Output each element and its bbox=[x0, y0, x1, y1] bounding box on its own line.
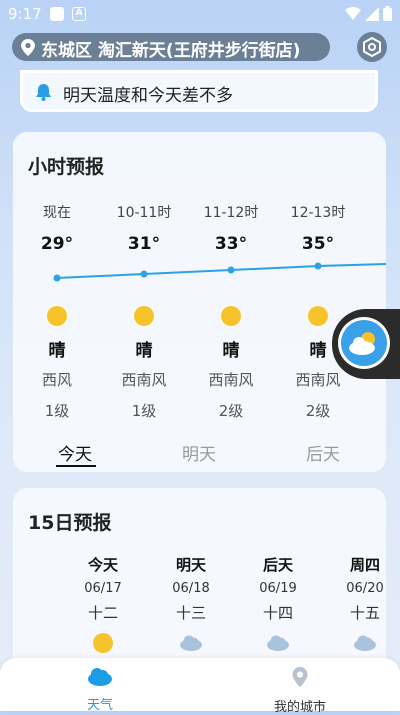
hour-temp: 35° bbox=[301, 234, 335, 254]
notification-icon bbox=[50, 7, 64, 21]
tab-day-after[interactable]: 后天 bbox=[306, 440, 340, 465]
day-name: 周四 bbox=[349, 556, 380, 574]
day-name: 明天 bbox=[175, 556, 206, 574]
hour-time: 11-12时 bbox=[203, 205, 259, 221]
hour-wind-level: 2级 bbox=[218, 402, 244, 420]
hour-condition: 晴 bbox=[222, 341, 240, 361]
hour-column: 10-11时 31° 晴西南风 1级 bbox=[107, 202, 181, 421]
location-pin-icon bbox=[21, 39, 35, 56]
widget-circle bbox=[341, 320, 387, 366]
settings-button[interactable] bbox=[357, 32, 387, 62]
nav-weather-label: 天气 bbox=[86, 698, 113, 713]
tip-text: 明天温度和今天差不多 bbox=[63, 86, 233, 106]
hour-condition: 晴 bbox=[48, 341, 66, 361]
cloud-icon bbox=[179, 633, 203, 653]
day-lunar: 十二 bbox=[87, 604, 118, 622]
status-icons bbox=[345, 6, 392, 21]
day-column[interactable]: 明天 06/18 十三 bbox=[161, 554, 221, 653]
day-lunar: 十四 bbox=[262, 604, 293, 622]
day-column[interactable]: 周四 06/20 十五 bbox=[335, 554, 395, 653]
day-date: 06/19 bbox=[259, 581, 297, 596]
hour-temp: 31° bbox=[127, 234, 161, 254]
hour-time: 10-11时 bbox=[116, 205, 172, 221]
location-pin-icon bbox=[292, 667, 308, 687]
location-text: 东城区 淘汇新天(王府井步行街店) bbox=[41, 41, 301, 61]
signal-icon bbox=[365, 6, 379, 21]
day-column[interactable]: 后天 06/19 十四 bbox=[248, 554, 308, 653]
hour-time: 现在 bbox=[43, 205, 71, 221]
weather-cloud-icon bbox=[88, 668, 112, 686]
day-lunar: 十五 bbox=[349, 604, 380, 622]
tab-today-label: 今天 bbox=[58, 445, 92, 465]
hour-wind: 西南风 bbox=[208, 371, 254, 389]
active-tab-underline bbox=[56, 465, 96, 467]
day-date: 06/20 bbox=[346, 581, 384, 596]
status-time: 9:17 bbox=[8, 5, 42, 23]
day-tabs: 今天 明天 后天 bbox=[13, 440, 386, 470]
day-name: 今天 bbox=[87, 556, 118, 574]
settings-icon bbox=[363, 37, 381, 57]
sun-icon bbox=[134, 306, 154, 326]
bell-icon bbox=[36, 84, 51, 101]
hour-column: 12-13时 35° 晴西南风 2级 bbox=[281, 202, 355, 421]
hour-temp: 29° bbox=[40, 234, 74, 254]
bottom-navigation: 天气 我的城市 bbox=[0, 658, 400, 715]
hour-column: 11-12时 33° 晴西南风 2级 bbox=[194, 202, 268, 421]
hour-wind-level: 2级 bbox=[305, 402, 331, 420]
nav-my-city[interactable]: 我的城市 bbox=[250, 666, 350, 715]
hour-time: 1 bbox=[368, 202, 386, 218]
cloud-icon bbox=[266, 633, 290, 653]
daily-title: 15日预报 bbox=[28, 512, 112, 534]
hour-wind: 西南风 bbox=[121, 371, 167, 389]
hour-temp: 33° bbox=[214, 234, 248, 254]
hourly-title: 小时预报 bbox=[28, 156, 105, 178]
sun-icon bbox=[91, 633, 115, 653]
hour-wind-level: 1级 bbox=[131, 402, 157, 420]
text-notification-icon: A bbox=[72, 7, 86, 21]
status-bar: 9:17 A bbox=[0, 0, 400, 30]
nav-weather[interactable]: 天气 bbox=[50, 666, 150, 713]
wifi-icon bbox=[345, 6, 361, 20]
hour-wind: 西南风 bbox=[295, 371, 341, 389]
tab-tomorrow[interactable]: 明天 bbox=[182, 440, 216, 465]
cloud-icon bbox=[353, 633, 377, 653]
day-date: 06/17 bbox=[84, 581, 122, 596]
hour-wind-level: 1级 bbox=[44, 402, 70, 420]
day-date: 06/18 bbox=[172, 581, 210, 596]
tip-card: 明天温度和今天差不多 bbox=[20, 70, 378, 112]
battery-icon bbox=[383, 6, 392, 21]
sun-icon bbox=[308, 306, 328, 326]
hour-wind: 西风 bbox=[41, 371, 72, 389]
sun-icon bbox=[221, 306, 241, 326]
hourly-forecast-card: 小时预报 现在 29° 晴西风 1级 10-11时 31° 晴西南风 1级 11-12时 33° 晴… bbox=[13, 132, 386, 472]
widget-ring bbox=[338, 317, 390, 369]
tab-today[interactable]: 今天 bbox=[56, 440, 96, 467]
sun-cloud-icon bbox=[349, 332, 375, 355]
day-name: 后天 bbox=[262, 556, 293, 574]
floating-weather-widget[interactable] bbox=[332, 309, 400, 379]
hour-condition: 晴 bbox=[135, 341, 153, 361]
hour-column: 现在 29° 晴西风 1级 bbox=[20, 202, 94, 421]
day-lunar: 十三 bbox=[175, 604, 206, 622]
location-bar[interactable]: 东城区 淘汇新天(王府井步行街店) bbox=[12, 33, 330, 61]
sun-icon bbox=[47, 306, 67, 326]
day-column[interactable]: 今天 06/17 十二 bbox=[73, 554, 133, 653]
nav-my-city-label: 我的城市 bbox=[273, 700, 326, 715]
hour-time: 12-13时 bbox=[290, 205, 346, 221]
